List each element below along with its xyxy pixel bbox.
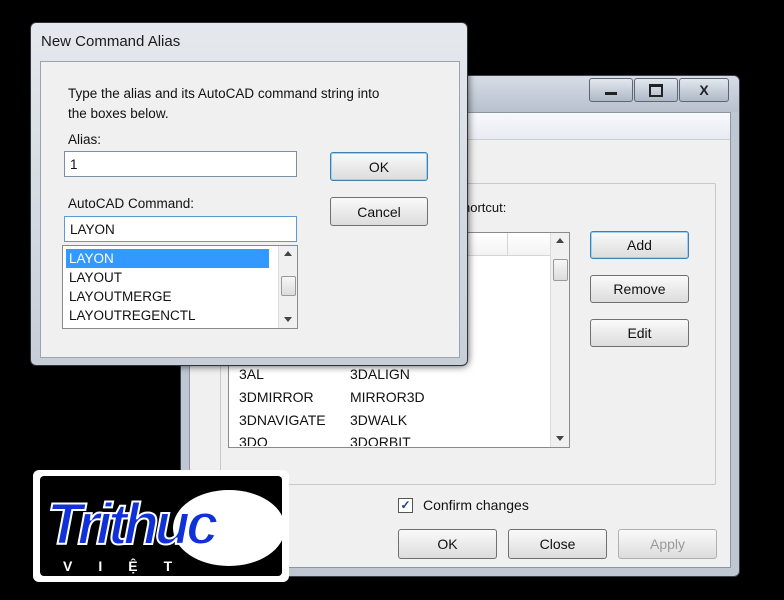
add-button[interactable]: Add — [590, 231, 689, 259]
command-cell: 3DORBIT — [350, 434, 411, 446]
window-controls: X — [589, 78, 729, 102]
logo-main-text: Trithuc — [47, 492, 218, 557]
command-cell: 3DALIGN — [350, 366, 410, 382]
instructions-text: Type the alias and its AutoCAD command s… — [68, 86, 380, 101]
command-option[interactable]: LAYOUTMERGE — [66, 287, 269, 306]
column-divider — [507, 233, 508, 255]
apply-button[interactable]: Apply — [618, 529, 717, 559]
command-option[interactable]: LAYOUT — [66, 268, 269, 287]
trithuc-viet-logo: Trithuc VIỆT — [33, 470, 289, 582]
confirm-changes-checkbox[interactable]: ✓ — [398, 498, 413, 513]
list-scrollbar[interactable] — [550, 233, 569, 447]
list-item[interactable]: 3DO 3DORBIT — [239, 434, 539, 446]
remove-button[interactable]: Remove — [590, 275, 689, 303]
scroll-up-icon[interactable] — [556, 238, 564, 243]
command-cell: 3DWALK — [350, 412, 408, 428]
alias-cell: 3AL — [239, 366, 264, 382]
alias-cell: 3DMIRROR — [239, 389, 314, 405]
maximize-button[interactable] — [634, 78, 678, 102]
close-icon: X — [699, 82, 709, 98]
scroll-down-icon[interactable] — [556, 436, 564, 441]
command-input[interactable]: LAYON — [64, 216, 297, 242]
dialog-title: New Command Alias — [41, 33, 181, 50]
ok-button[interactable]: OK — [398, 529, 497, 559]
checkmark-icon: ✓ — [400, 498, 411, 512]
scroll-down-icon[interactable] — [284, 317, 292, 322]
command-dropdown-list[interactable]: LAYON LAYOUT LAYOUTMERGE LAYOUTREGENCTL — [62, 245, 298, 329]
dialog-ok-button[interactable]: OK — [330, 152, 428, 181]
scroll-up-icon[interactable] — [284, 251, 292, 256]
alias-cell: 3DO — [239, 434, 268, 446]
maximize-icon — [649, 83, 663, 97]
dropdown-scrollbar[interactable] — [278, 246, 297, 328]
alias-label: Alias: — [68, 132, 102, 147]
scroll-thumb[interactable] — [553, 259, 568, 281]
alias-input[interactable]: 1 — [64, 151, 297, 177]
shortcut-label: hortcut: — [463, 200, 507, 215]
dialog-cancel-button[interactable]: Cancel — [330, 197, 428, 226]
command-option[interactable]: LAYOUTREGENCTL — [66, 306, 269, 325]
instructions-text-2: the boxes below. — [68, 106, 169, 121]
close-window-button[interactable]: X — [679, 78, 729, 102]
command-option-selected[interactable]: LAYON — [66, 249, 269, 268]
command-cell: MIRROR3D — [350, 389, 425, 405]
minimize-icon — [605, 91, 617, 95]
command-label: AutoCAD Command: — [68, 196, 195, 211]
close-button[interactable]: Close — [508, 529, 607, 559]
scroll-thumb[interactable] — [281, 276, 296, 296]
confirm-changes-label: Confirm changes — [423, 497, 529, 513]
alias-cell: 3DNAVIGATE — [239, 412, 326, 428]
logo-sub-text: VIỆT — [63, 557, 198, 574]
edit-button[interactable]: Edit — [590, 319, 689, 347]
minimize-button[interactable] — [589, 78, 633, 102]
